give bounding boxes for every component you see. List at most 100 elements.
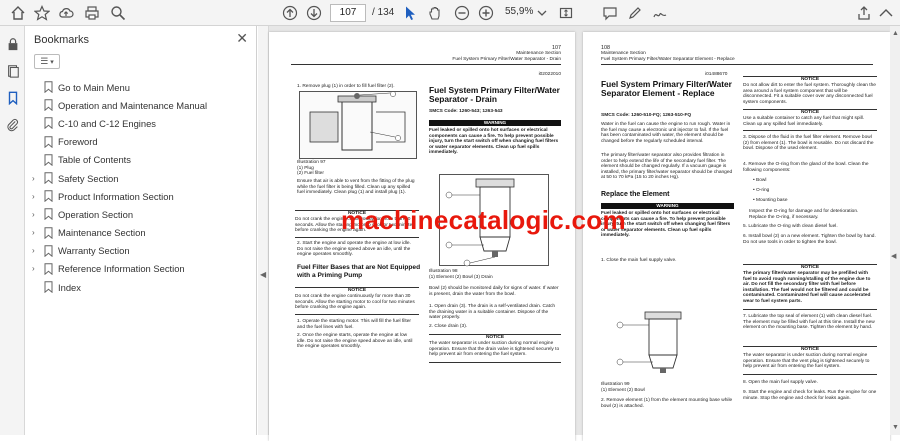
- illustration-caption-98: Illustration 98: [429, 269, 458, 274]
- notice-text-container: Use a suitable container to catch any fu…: [743, 116, 865, 127]
- bookmark-item[interactable]: Index: [25, 278, 257, 296]
- fit-page-icon[interactable]: [556, 3, 576, 23]
- notice-text-2: Do not crank the engine continuously for…: [295, 294, 415, 311]
- bookmark-label: Reference Information Section: [58, 263, 185, 275]
- page-number-input[interactable]: 107: [330, 4, 366, 22]
- bullet-text: Mounting base: [756, 198, 788, 203]
- notice-rule-4: [743, 374, 877, 375]
- bookmark-label: Maintenance Section: [58, 227, 146, 239]
- bookmark-item[interactable]: › Warranty Section: [25, 242, 257, 260]
- step-1-detail: Ensure that air is able to vent from the…: [297, 179, 415, 196]
- collapse-panel-icon[interactable]: ◀: [260, 270, 266, 279]
- bookmark-icon: [44, 208, 53, 221]
- bookmark-label: Product Information Section: [58, 190, 174, 202]
- bullet-oring: • O-ring: [753, 188, 770, 193]
- bookmark-item[interactable]: › Product Information Section: [25, 187, 257, 205]
- bookmark-item[interactable]: Table of Contents: [25, 151, 257, 169]
- section-title-drain: Fuel System Primary Filter/Water Separat…: [429, 85, 560, 105]
- notice-rule: [743, 130, 877, 131]
- step-b2: 2. Once the engine starts, operate the e…: [297, 333, 413, 350]
- bullet-text: Bowl: [756, 178, 767, 183]
- bookmark-options-button[interactable]: ☰ ▾: [34, 54, 60, 69]
- bookmark-item[interactable]: › Operation Section: [25, 205, 257, 223]
- bookmark-label: Go to Main Menu: [58, 81, 130, 93]
- bookmark-icon: [44, 281, 53, 294]
- chevron-right-icon[interactable]: ›: [32, 210, 40, 219]
- illustration-caption-99: Illustration 99: [601, 382, 630, 387]
- comment-icon[interactable]: [600, 3, 620, 23]
- print-icon[interactable]: [82, 3, 102, 23]
- bookmark-item[interactable]: › Reference Information Section: [25, 260, 257, 278]
- notice-text-prefill: The primary filter/water separator may b…: [743, 271, 871, 304]
- bullet-text: O-ring: [756, 188, 770, 193]
- bookmark-icon: [44, 154, 53, 167]
- replace-step-6: 6. Install bowl (2) on a new element. Ti…: [743, 234, 876, 245]
- page-108: 108 Maintenance Section Fuel System Prim…: [583, 32, 890, 441]
- prev-page-icon[interactable]: [280, 3, 300, 23]
- subhead-no-priming-pump: Fuel Filter Bases that are Not Equipped …: [297, 264, 421, 279]
- share-icon[interactable]: [854, 3, 874, 23]
- notice-rule-3: [429, 362, 561, 363]
- vertical-scrollbar[interactable]: ▲ ◀ ▼: [890, 26, 900, 435]
- star-icon[interactable]: [32, 3, 52, 23]
- chevron-right-icon[interactable]: ›: [32, 264, 40, 273]
- chevron-right-icon[interactable]: ›: [32, 192, 40, 201]
- notice-text-dirt: Do not allow dirt to enter the fuel syst…: [743, 83, 876, 105]
- sign-icon[interactable]: [650, 3, 670, 23]
- bookmark-item[interactable]: › Maintenance Section: [25, 224, 257, 242]
- monitor-paragraph: Bowl (2) should be monitored daily for s…: [429, 286, 559, 297]
- smcs-code: SMCS Code: 1260-543; 1263-543: [429, 109, 503, 114]
- chevron-down-icon[interactable]: [532, 3, 552, 23]
- bookmark-label: Operation and Maintenance Manual: [58, 99, 208, 111]
- page-thumbnails-icon[interactable]: [5, 63, 21, 79]
- zoom-out-icon[interactable]: [452, 3, 472, 23]
- zoom-level[interactable]: 55,9%: [505, 6, 533, 17]
- bullet-mounting-base: • Mounting base: [753, 198, 788, 203]
- chevron-right-icon[interactable]: ›: [32, 246, 40, 255]
- lock-icon[interactable]: [5, 36, 21, 52]
- notice-label-3: NOTICE: [743, 264, 877, 270]
- zoom-in-icon[interactable]: [476, 3, 496, 23]
- bookmark-item[interactable]: Operation and Maintenance Manual: [25, 96, 257, 114]
- running-title: Fuel System Primary Filter/Water Separat…: [601, 57, 735, 62]
- notice-label-2: NOTICE: [743, 109, 877, 115]
- more-tools-icon[interactable]: [876, 3, 896, 23]
- search-icon[interactable]: [108, 3, 128, 23]
- replace-step-3: 3. Dispose of the fluid in the fuel filt…: [743, 135, 874, 152]
- subhead-replace-element: Replace the Element: [601, 191, 670, 198]
- bookmark-item[interactable]: C-10 and C-12 Engines: [25, 114, 257, 132]
- bookmark-icon: [44, 117, 53, 130]
- close-icon[interactable]: ✕: [236, 30, 248, 47]
- panel-splitter[interactable]: ◀: [258, 26, 269, 435]
- bookmark-label: Warranty Section: [58, 245, 130, 257]
- step-b1: 1. Operate the starting motor. This will…: [297, 319, 412, 330]
- home-icon[interactable]: [8, 3, 28, 23]
- replace-step-9: 9. Start the engine and check for leaks.…: [743, 390, 877, 401]
- water-paragraph: Water in the fuel can cause the engine t…: [601, 122, 731, 144]
- bookmark-item[interactable]: › Safety Section: [25, 169, 257, 187]
- chevron-right-icon[interactable]: ›: [32, 228, 40, 237]
- page-107: 107 Maintenance Section Fuel System Prim…: [269, 32, 575, 441]
- pen-icon[interactable]: [625, 3, 645, 23]
- scroll-expand-icon[interactable]: ◀: [891, 252, 896, 260]
- hand-tool-icon[interactable]: [425, 3, 445, 23]
- smcs-code: SMCS Code: 1260-510-FQ; 1263-510-FQ: [601, 113, 692, 118]
- upload-cloud-icon[interactable]: [56, 3, 76, 23]
- bookmark-list: Go to Main Menu Operation and Maintenance…: [25, 78, 257, 296]
- chevron-right-icon[interactable]: ›: [32, 174, 40, 183]
- scroll-up-icon[interactable]: ▲: [892, 30, 899, 37]
- replace-step-2: 2. Remove element (1) from the element m…: [601, 398, 733, 409]
- drain-step-1: 1. Open drain (3). The drain is a self-v…: [429, 304, 556, 321]
- filtration-paragraph: The primary filter/water separator also …: [601, 153, 733, 181]
- attachment-icon[interactable]: [5, 117, 21, 133]
- next-page-icon[interactable]: [304, 3, 324, 23]
- scroll-down-icon[interactable]: ▼: [892, 424, 899, 431]
- bookmark-item[interactable]: Go to Main Menu: [25, 78, 257, 96]
- bookmark-icon: [44, 244, 53, 257]
- bookmark-panel-icon[interactable]: [5, 90, 21, 106]
- bookmark-label: C-10 and C-12 Engines: [58, 117, 156, 129]
- step-2: 2. Start the engine and operate the engi…: [297, 241, 411, 258]
- select-cursor-icon[interactable]: [400, 3, 420, 23]
- running-section: Maintenance Section: [601, 51, 646, 56]
- bookmark-item[interactable]: Foreword: [25, 133, 257, 151]
